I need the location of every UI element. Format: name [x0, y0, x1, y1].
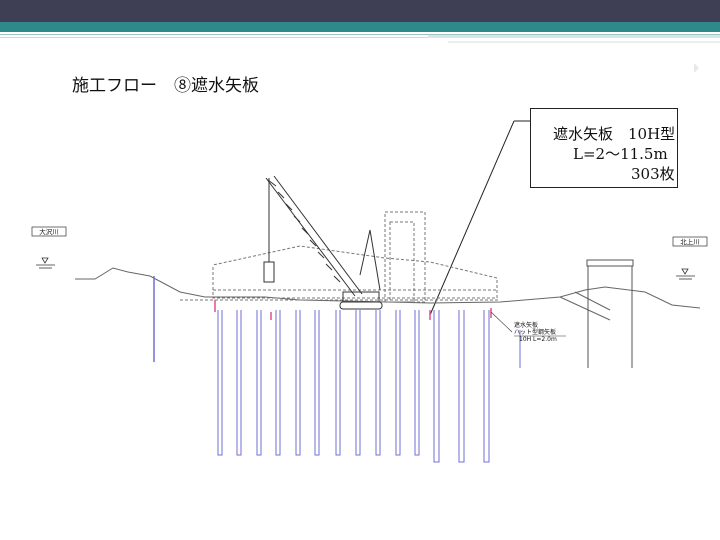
annotation-line-1: 遮水矢板 — [514, 321, 538, 329]
temporary-works-dashed — [180, 211, 500, 303]
right-water-level-icon — [676, 268, 695, 280]
left-river-label: 大沢川 — [39, 227, 59, 236]
right-river-label: 北上川 — [680, 237, 700, 246]
annotation-line-2: ハット型鋼矢板 — [514, 328, 556, 336]
crawler-crane — [263, 175, 383, 310]
left-water-level-icon — [36, 257, 55, 269]
annotation-leader-line — [490, 311, 513, 333]
right-abutment — [586, 259, 634, 368]
construction-drawing: 大沢川 北上川 遮水矢板 ハット型鋼矢板 10H L=2.0m — [31, 120, 708, 463]
ground-profile — [75, 267, 701, 321]
annotation-line-3: 10H L=2.0m — [519, 336, 557, 343]
sheet-piles — [217, 310, 521, 463]
callout-leader-line — [429, 120, 515, 316]
